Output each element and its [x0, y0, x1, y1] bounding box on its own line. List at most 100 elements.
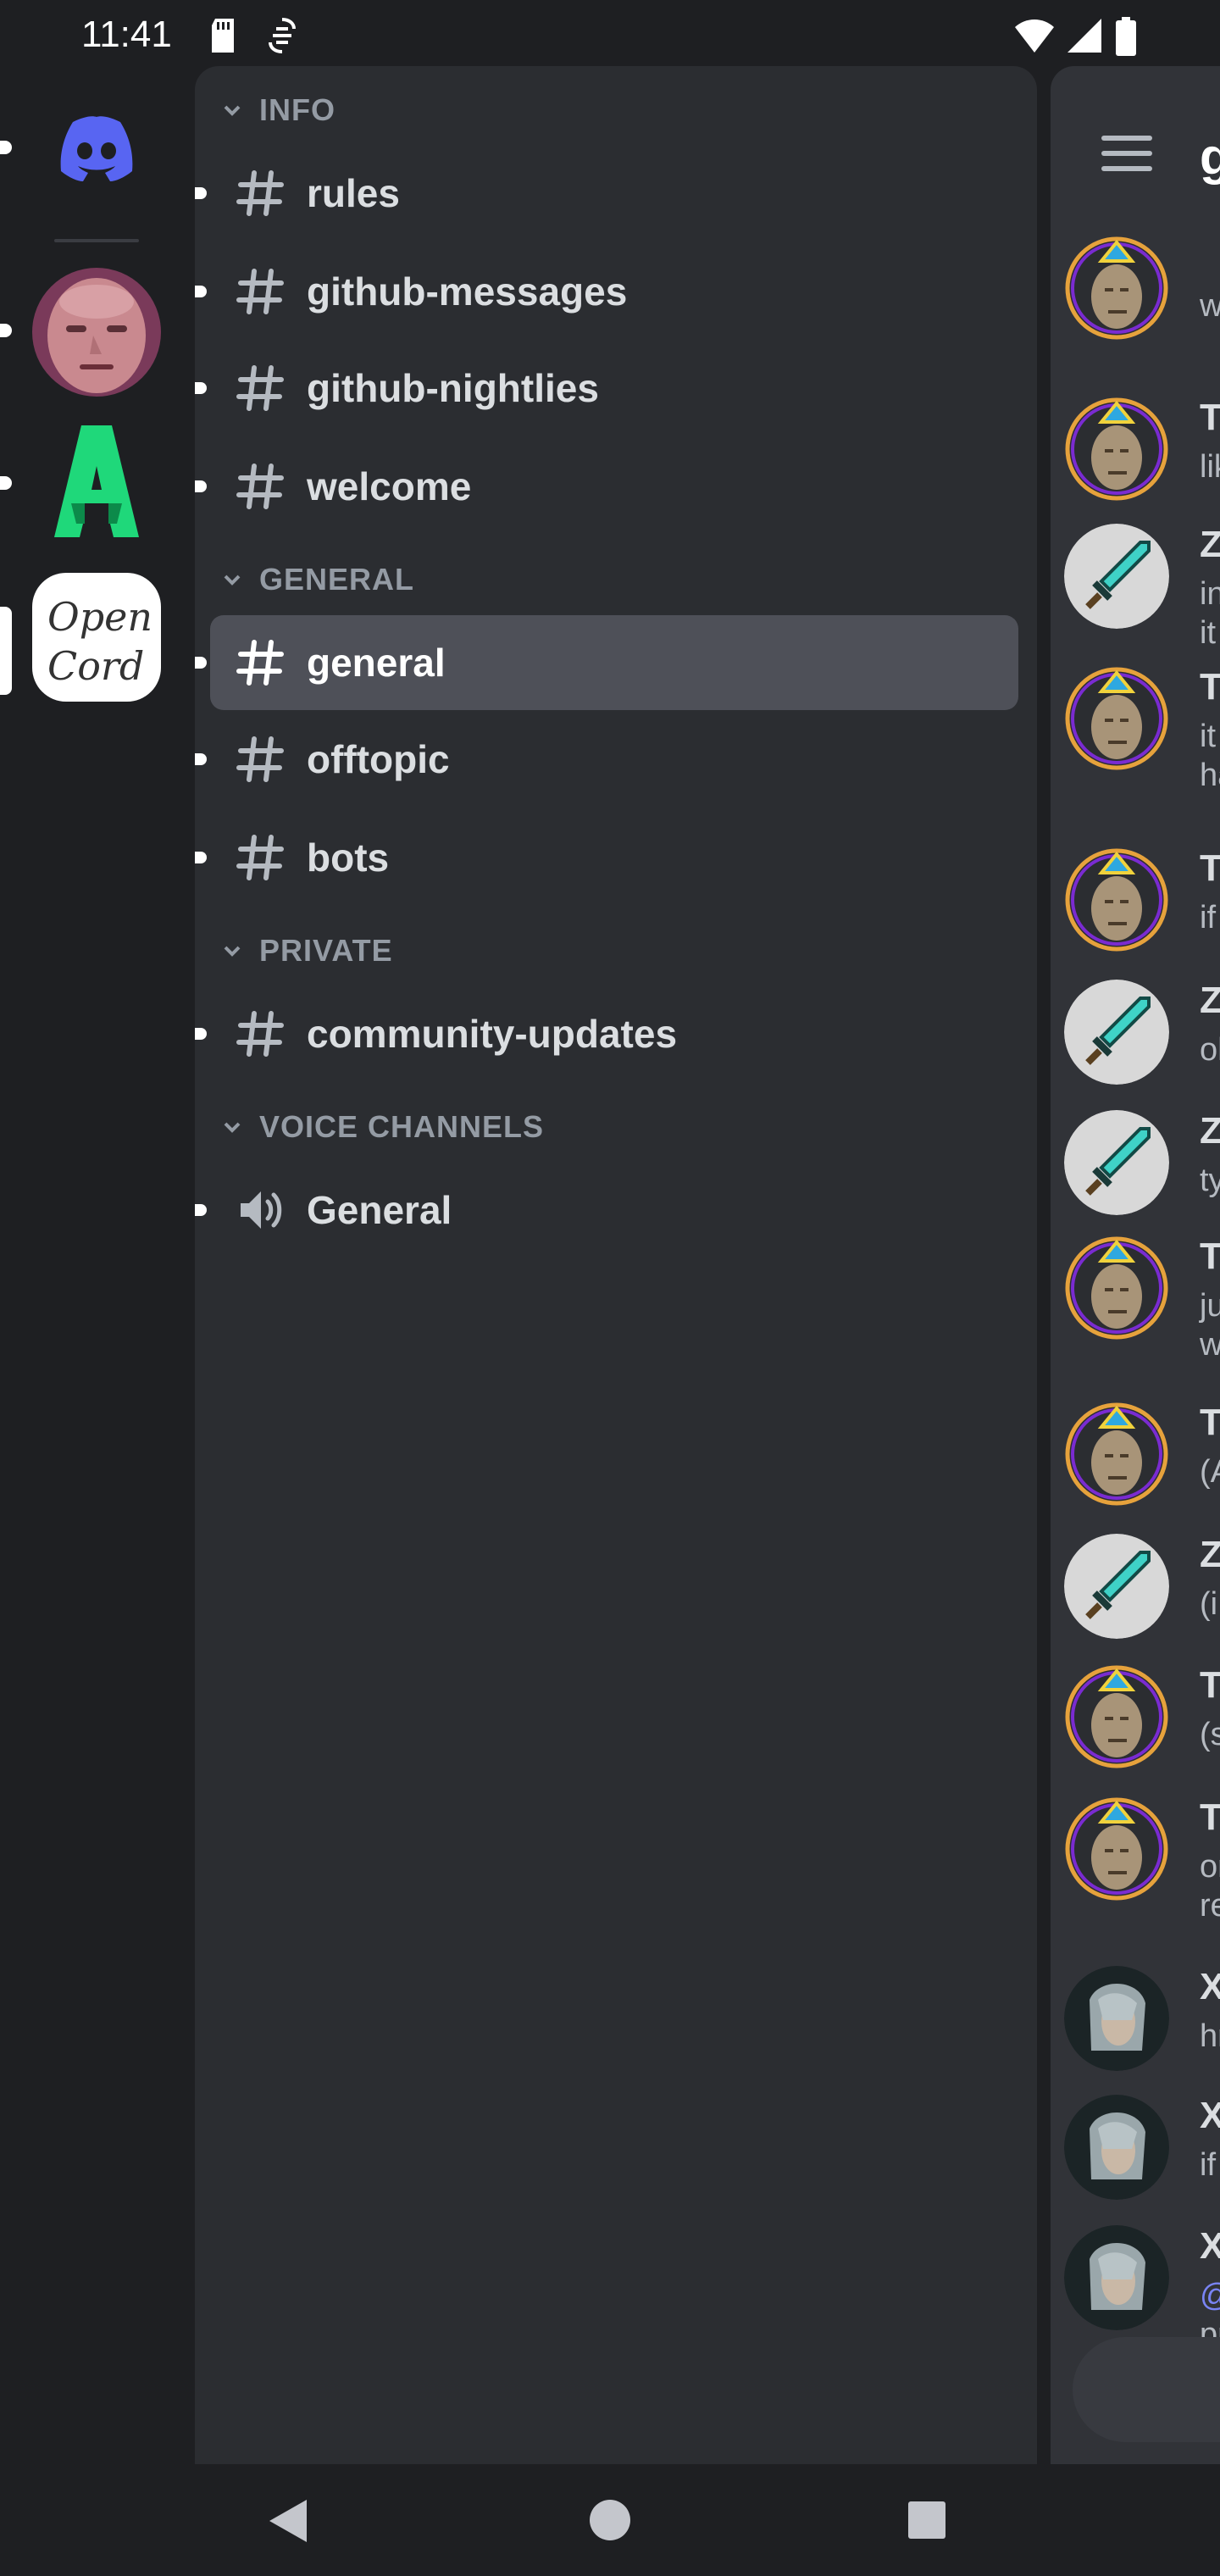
back-icon[interactable]	[268, 2498, 308, 2544]
message-text: @	[1200, 2278, 1220, 2314]
chat-message[interactable]: Xi hr	[1064, 1966, 1220, 2071]
message-author[interactable]: Ty	[1200, 1402, 1220, 1444]
wifi-icon	[1015, 19, 1054, 53]
chat-message[interactable]: Ty orre	[1064, 1796, 1220, 1924]
channel-offtopic[interactable]: offtopic	[195, 712, 1018, 807]
chat-message[interactable]: Ty (A	[1064, 1402, 1220, 1507]
discord-home-icon[interactable]	[32, 83, 161, 212]
meme-face-avatar[interactable]	[1064, 236, 1169, 341]
message-text: it	[1200, 719, 1216, 754]
message-text: re	[1200, 1888, 1220, 1924]
server-avatar-face[interactable]	[32, 268, 161, 397]
unread-dot	[195, 1028, 207, 1040]
server-rail: Open Cord	[0, 75, 195, 2464]
meme-face-avatar[interactable]	[1064, 666, 1169, 771]
message-author[interactable]: Ty	[1200, 847, 1220, 890]
voice-channel-general[interactable]: General	[195, 1163, 1018, 1257]
silver-hair-avatar[interactable]	[1064, 1966, 1169, 2071]
message-text: (i	[1200, 1586, 1218, 1622]
server-opencord[interactable]: Open Cord	[32, 573, 161, 702]
channel-general[interactable]: general	[195, 615, 1018, 710]
unread-dot	[195, 657, 207, 669]
message-author[interactable]: Ty	[1200, 1796, 1220, 1839]
category-general[interactable]: GENERAL	[220, 554, 414, 605]
message-author[interactable]: Ty	[1200, 1664, 1220, 1707]
message-text: oh	[1200, 1032, 1220, 1068]
channel-label: welcome	[307, 464, 472, 508]
server-avatar-green-a[interactable]	[32, 419, 161, 547]
unread-dot	[195, 286, 207, 297]
category-info[interactable]: INFO	[220, 85, 336, 136]
message-text: ju	[1200, 1288, 1220, 1324]
hashtag-icon	[236, 640, 284, 686]
chat-message[interactable]: Zin it	[1064, 524, 1220, 651]
meme-face-avatar[interactable]	[1064, 1235, 1169, 1341]
message-text: lik	[1200, 449, 1220, 485]
opencord-logo: Open Cord	[47, 594, 152, 689]
category-label: PRIVATE	[259, 933, 393, 968]
chat-message[interactable]: w	[1064, 236, 1220, 341]
meme-face-avatar[interactable]	[1064, 397, 1169, 502]
chat-message[interactable]: Ty if	[1064, 847, 1220, 952]
message-author[interactable]: Ty	[1200, 397, 1220, 439]
hamburger-menu-icon[interactable]	[1101, 134, 1152, 173]
channel-welcome[interactable]: welcome	[195, 439, 1018, 534]
message-author[interactable]: Z	[1200, 524, 1220, 566]
category-private[interactable]: PRIVATE	[220, 925, 393, 976]
hashtag-icon	[236, 365, 284, 411]
chat-message[interactable]: Z (i	[1064, 1534, 1220, 1639]
unread-dot	[195, 1204, 207, 1216]
chat-message[interactable]: Zty	[1064, 1110, 1220, 1215]
message-author[interactable]: Z	[1200, 1534, 1220, 1576]
svg-text:Cord: Cord	[47, 643, 144, 689]
message-text: w	[1200, 1327, 1220, 1363]
meme-face-avatar[interactable]	[1064, 1796, 1169, 1901]
chat-message[interactable]: Ty lik	[1064, 397, 1220, 502]
channel-community-updates[interactable]: community-updates	[195, 986, 1018, 1081]
message-author[interactable]: Xi	[1200, 2095, 1220, 2137]
chat-header: g	[1051, 66, 1220, 236]
chat-message[interactable]: Xi@pr	[1064, 2225, 1220, 2352]
channel-github-messages[interactable]: github-messages	[195, 244, 1018, 339]
chat-message[interactable]: Ty it ha	[1064, 666, 1220, 793]
diamond-sword-avatar[interactable]	[1064, 524, 1169, 629]
chat-message[interactable]: Ty juw	[1064, 1235, 1220, 1363]
message-author[interactable]: Z	[1200, 980, 1220, 1022]
hashtag-icon	[236, 1011, 284, 1057]
message-author[interactable]: Ty	[1200, 1235, 1220, 1278]
diamond-sword-avatar[interactable]	[1064, 1110, 1169, 1215]
silver-hair-avatar[interactable]	[1064, 2095, 1169, 2200]
channel-label: github-messages	[307, 269, 628, 314]
meme-face-avatar[interactable]	[1064, 847, 1169, 952]
signal-icon	[1068, 19, 1101, 53]
channel-label: offtopic	[307, 737, 450, 781]
message-author[interactable]: Ty	[1200, 666, 1220, 708]
chat-message[interactable]: Zoh	[1064, 980, 1220, 1085]
silver-hair-avatar[interactable]	[1064, 2225, 1169, 2330]
channel-bots[interactable]: bots	[195, 810, 1018, 905]
rail-separator	[54, 239, 139, 242]
diamond-sword-avatar[interactable]	[1064, 1534, 1169, 1639]
unread-dot	[195, 753, 207, 765]
channel-label: General	[307, 1188, 452, 1232]
recents-icon[interactable]	[907, 2500, 947, 2540]
message-author[interactable]: Xi	[1200, 2225, 1220, 2268]
message-author[interactable]: Xi	[1200, 1966, 1220, 2008]
message-text: in	[1200, 576, 1220, 612]
unread-dot	[195, 480, 207, 492]
chat-message[interactable]: Xi if	[1064, 2095, 1220, 2200]
message-text: it	[1200, 615, 1216, 651]
diamond-sword-avatar[interactable]	[1064, 980, 1169, 1085]
channel-label: bots	[307, 836, 390, 880]
channel-github-nightlies[interactable]: github-nightlies	[195, 341, 1018, 436]
chevron-down-icon	[224, 1122, 241, 1133]
meme-face-avatar[interactable]	[1064, 1402, 1169, 1507]
meme-face-avatar[interactable]	[1064, 1664, 1169, 1769]
channel-rules[interactable]: rules	[195, 146, 1018, 241]
message-author[interactable]: Z	[1200, 1110, 1220, 1152]
category-voice-channels[interactable]: VOICE CHANNELS	[220, 1102, 544, 1152]
home-icon[interactable]	[588, 2498, 632, 2542]
chat-message[interactable]: Ty (s	[1064, 1664, 1220, 1769]
chat-panel[interactable]: g wTylikZinitTyithaTyifZohZtyTyjuwTy(AZ(…	[1051, 66, 1220, 2464]
message-input[interactable]	[1073, 2337, 1220, 2442]
